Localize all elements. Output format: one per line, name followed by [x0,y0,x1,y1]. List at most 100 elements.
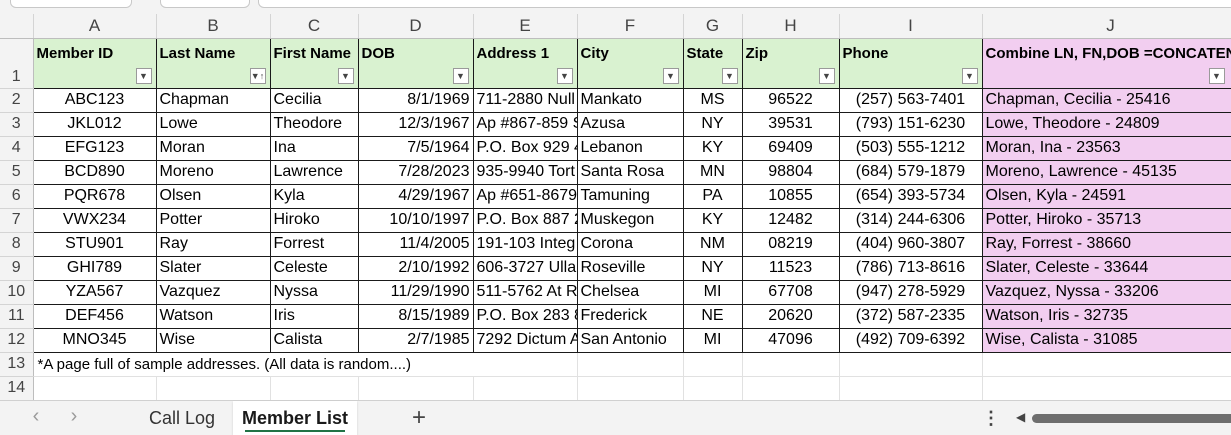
cell-last-name[interactable]: Olsen [155,183,271,209]
cell-member-id[interactable]: JKL012 [32,111,157,137]
cell-address1[interactable]: 7292 Dictum A [472,327,578,353]
formula-input-edge[interactable] [258,0,1231,8]
cell-phone[interactable]: (314) 244-6306 [838,207,983,233]
filter-dropdown-icon[interactable]: ▼ [662,67,679,84]
cell-phone[interactable]: (793) 151-6230 [838,111,983,137]
header-dob[interactable]: DOB ▼ [357,37,474,89]
horizontal-scrollbar-thumb[interactable] [1032,414,1231,423]
cell-phone[interactable]: (786) 713-8616 [838,255,983,281]
empty-cell[interactable] [683,352,743,377]
cell-dob[interactable]: 7/28/2023 [357,159,474,185]
worksheet-grid[interactable]: A B C D E F G H I J 1 Member ID ▼ Last Na… [0,14,1231,400]
cell-dob[interactable]: 2/7/1985 [357,327,474,353]
cell-dob[interactable]: 11/4/2005 [357,231,474,257]
cell-zip[interactable]: 10855 [741,183,840,209]
column-header-h[interactable]: H [742,14,840,39]
filter-dropdown-icon[interactable]: ▼ [135,67,152,84]
column-header-a[interactable]: A [33,14,157,39]
cell-phone[interactable]: (947) 278-5929 [838,279,983,305]
cell-city[interactable]: Lebanon [576,135,684,161]
tab-call-log[interactable]: Call Log [136,401,228,435]
sort-ascending-filter-icon[interactable]: ▼↑ [249,67,266,84]
select-all-corner[interactable] [0,14,34,39]
filter-dropdown-icon[interactable]: ▼ [961,67,978,84]
cell-dob[interactable]: 7/5/1964 [357,135,474,161]
cell-city[interactable]: Chelsea [576,279,684,305]
header-city[interactable]: City ▼ [576,37,684,89]
cell-phone[interactable]: (503) 555-1212 [838,135,983,161]
cell-state[interactable]: NM [682,231,743,257]
cell-last-name[interactable]: Watson [155,303,271,329]
cell-dob[interactable]: 11/29/1990 [357,279,474,305]
header-zip[interactable]: Zip ▼ [741,37,840,89]
empty-cell[interactable] [473,376,578,400]
cell-address1[interactable]: 606-3727 Ulla [472,255,578,281]
cell-member-id[interactable]: MNO345 [32,327,157,353]
scroll-left-arrow-icon[interactable]: ◀ [1016,410,1025,424]
empty-cell[interactable] [982,352,1231,377]
cell-combined[interactable]: Potter, Hiroko - 35713 [981,207,1231,233]
cell-member-id[interactable]: GHI789 [32,255,157,281]
empty-cell[interactable] [577,376,684,400]
header-member-id[interactable]: Member ID ▼ [32,37,157,89]
cell-city[interactable]: Mankato [576,87,684,113]
empty-cell[interactable] [33,376,157,400]
cell-member-id[interactable]: YZA567 [32,279,157,305]
empty-cell[interactable] [839,352,983,377]
cell-zip[interactable]: 47096 [741,327,840,353]
cell-address1[interactable]: 935-9940 Tort [472,159,578,185]
cell-phone[interactable]: (257) 563-7401 [838,87,983,113]
column-header-c[interactable]: C [270,14,359,39]
row-number-12[interactable]: 12 [0,328,34,353]
row-number-10[interactable]: 10 [0,280,34,305]
cell-first-name[interactable]: Theodore [269,111,359,137]
cell-address1[interactable]: P.O. Box 283 8 [472,303,578,329]
row-number-14[interactable]: 14 [0,376,34,400]
cell-last-name[interactable]: Chapman [155,87,271,113]
empty-cell[interactable] [683,376,743,400]
plus-icon[interactable]: + [404,401,434,435]
cell-state[interactable]: NY [682,111,743,137]
cell-phone[interactable]: (492) 709-6392 [838,327,983,353]
cell-last-name[interactable]: Moran [155,135,271,161]
row-number-1[interactable]: 1 [0,38,34,89]
cell-city[interactable]: Roseville [576,255,684,281]
column-header-d[interactable]: D [358,14,474,39]
cell-first-name[interactable]: Iris [269,303,359,329]
cell-first-name[interactable]: Nyssa [269,279,359,305]
cell-phone[interactable]: (404) 960-3807 [838,231,983,257]
cell-zip[interactable]: 67708 [741,279,840,305]
cell-combined[interactable]: Vazquez, Nyssa - 33206 [981,279,1231,305]
header-first-name[interactable]: First Name ▼ [269,37,359,89]
row-number-13[interactable]: 13 [0,352,34,377]
cell-member-id[interactable]: STU901 [32,231,157,257]
cell-last-name[interactable]: Potter [155,207,271,233]
column-header-b[interactable]: B [156,14,271,39]
cell-state[interactable]: NY [682,255,743,281]
cell-phone[interactable]: (684) 579-1879 [838,159,983,185]
empty-cell[interactable] [839,376,983,400]
cell-address1[interactable]: 511-5762 At R [472,279,578,305]
cell-combined[interactable]: Olsen, Kyla - 24591 [981,183,1231,209]
empty-cell[interactable] [473,352,578,377]
cell-city[interactable]: Tamuning [576,183,684,209]
cell-combined[interactable]: Chapman, Cecilia - 25416 [981,87,1231,113]
cell-phone[interactable]: (372) 587-2335 [838,303,983,329]
filter-dropdown-icon[interactable]: ▼ [337,67,354,84]
header-phone[interactable]: Phone ▼ [838,37,983,89]
tab-member-list[interactable]: Member List [233,401,357,435]
cell-combined[interactable]: Moran, Ina - 23563 [981,135,1231,161]
cell-city[interactable]: San Antonio [576,327,684,353]
cell-combined[interactable]: Lowe, Theodore - 24809 [981,111,1231,137]
cell-combined[interactable]: Slater, Celeste - 33644 [981,255,1231,281]
row-number-2[interactable]: 2 [0,88,34,113]
cell-last-name[interactable]: Wise [155,327,271,353]
cell-zip[interactable]: 08219 [741,231,840,257]
cell-city[interactable]: Azusa [576,111,684,137]
cell-first-name[interactable]: Cecilia [269,87,359,113]
filter-dropdown-icon[interactable]: ▼ [452,67,469,84]
column-header-e[interactable]: E [473,14,578,39]
cell-combined[interactable]: Wise, Calista - 31085 [981,327,1231,353]
filter-dropdown-icon[interactable]: ▼ [818,67,835,84]
empty-cell[interactable] [577,352,684,377]
